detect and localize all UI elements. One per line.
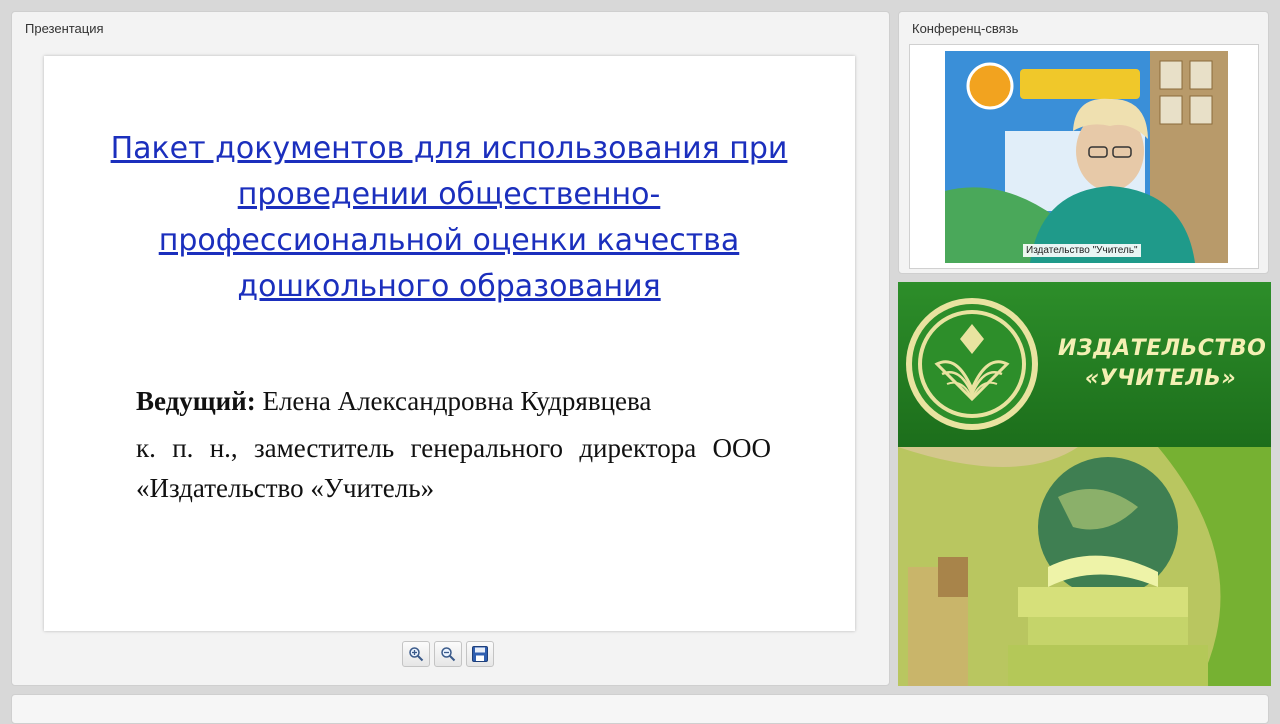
presenter-affiliation: к. п. н., заместитель генерального дирек… xyxy=(136,433,771,503)
video-frame: Издательство "Учитель" xyxy=(909,44,1259,269)
presenter-name: Елена Александровна Кудрявцева xyxy=(262,386,652,416)
books-globe-illustration xyxy=(898,447,1271,686)
slide-title[interactable]: Пакет документов для использования при п… xyxy=(104,126,794,310)
presentation-panel: Презентация Пакет документов для использ… xyxy=(11,11,890,686)
zoom-out-icon xyxy=(441,647,456,662)
publisher-logo xyxy=(906,298,1038,430)
zoom-in-icon xyxy=(409,647,424,662)
webcam-scene xyxy=(945,51,1228,263)
save-icon xyxy=(472,646,488,662)
presentation-slide: Пакет документов для использования при п… xyxy=(44,56,855,631)
banner-header: ИЗДАТЕЛЬСТВО «УЧИТЕЛЬ» xyxy=(898,282,1271,447)
conference-panel-title: Конференц-связь xyxy=(912,21,1019,36)
save-button[interactable] xyxy=(466,641,494,667)
presentation-panel-title: Презентация xyxy=(25,21,104,36)
video-caption: Издательство "Учитель" xyxy=(1023,244,1141,257)
zoom-in-button[interactable] xyxy=(402,641,430,667)
conference-panel: Конференц-связь Издательство "Учитель" xyxy=(898,11,1269,274)
banner-image xyxy=(898,447,1271,686)
publisher-name: ИЗДАТЕЛЬСТВО «УЧИТЕЛЬ» xyxy=(1058,336,1267,391)
zoom-out-button[interactable] xyxy=(434,641,462,667)
presenter-label: Ведущий: xyxy=(136,386,256,416)
publisher-banner: ИЗДАТЕЛЬСТВО «УЧИТЕЛЬ» xyxy=(898,282,1271,686)
webcam-video[interactable]: Издательство "Учитель" xyxy=(945,51,1228,263)
slide-toolbar xyxy=(402,641,494,667)
presenter-line: Ведущий: Елена Александровна Кудрявцева xyxy=(136,386,651,417)
